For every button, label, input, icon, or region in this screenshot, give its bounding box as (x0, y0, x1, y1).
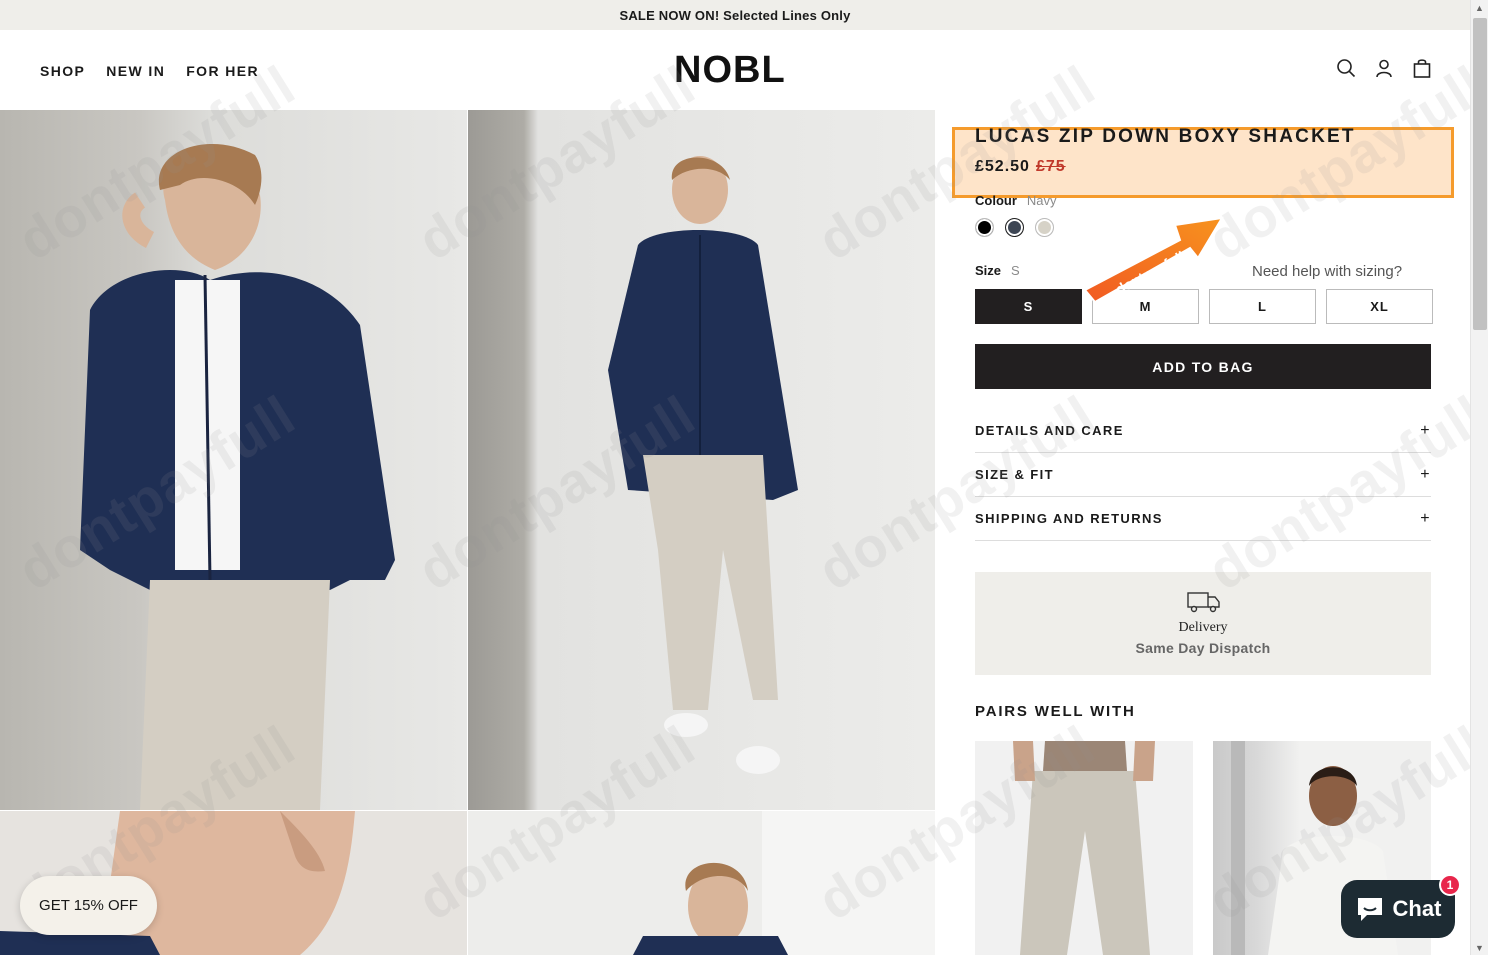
delivery-info: Delivery Same Day Dispatch (975, 572, 1431, 675)
nav-new-in[interactable]: NEW IN (106, 63, 165, 79)
swatch-stone[interactable] (1035, 218, 1054, 237)
chat-bubble-icon (1357, 898, 1382, 921)
size-label: Size (975, 263, 1002, 278)
colour-label: Colour (975, 193, 1017, 208)
product-title: LUCAS ZIP DOWN BOXY SHACKET (975, 126, 1356, 147)
site-header: SHOP NEW IN FOR HER NOBL (0, 30, 1470, 110)
colour-value: Navy (1026, 193, 1057, 208)
size-option-s[interactable]: S (975, 289, 1082, 324)
product-photo-1[interactable] (0, 110, 467, 810)
plus-icon: + (1420, 509, 1431, 527)
account-icon[interactable] (1374, 58, 1394, 80)
swatch-navy[interactable] (1005, 218, 1024, 237)
nav-shop[interactable]: SHOP (40, 63, 85, 79)
header-icons (1336, 58, 1432, 80)
original-price: £75 (1035, 158, 1066, 175)
size-help-link[interactable]: Need help with sizing? (1252, 263, 1402, 280)
accordion-size-fit[interactable]: SIZE & FIT + (975, 453, 1431, 497)
announcement-text: SALE NOW ON! Selected Lines Only (619, 7, 851, 23)
product-photo-2[interactable] (468, 110, 935, 810)
size-options: S M L XL (975, 289, 1433, 324)
plus-icon: + (1420, 421, 1431, 439)
discount-popup-button[interactable]: GET 15% OFF (20, 876, 157, 935)
product-photo-4[interactable] (468, 811, 935, 955)
swatch-black[interactable] (975, 218, 994, 237)
colour-swatches (975, 218, 1054, 237)
product-price: £52.50 £75 (975, 158, 1066, 176)
delivery-subtitle: Same Day Dispatch (1135, 640, 1271, 656)
size-option-l[interactable]: L (1209, 289, 1316, 324)
scroll-up-icon[interactable]: ▲ (1475, 3, 1484, 13)
delivery-title: Delivery (1178, 620, 1228, 635)
size-option-xl[interactable]: XL (1326, 289, 1433, 324)
truck-icon (1187, 592, 1220, 613)
plus-icon: + (1420, 465, 1431, 483)
product-gallery (0, 110, 935, 955)
scrollbar-thumb[interactable] (1473, 18, 1487, 330)
size-option-m[interactable]: M (1092, 289, 1199, 324)
size-label-row: Size S (975, 263, 1020, 278)
chat-notification-badge: 1 (1439, 874, 1461, 896)
brand-logo[interactable]: NOBL (674, 50, 786, 90)
accordion-label: SIZE & FIT (975, 467, 1054, 482)
chat-button[interactable]: Chat (1341, 880, 1455, 938)
accordion-shipping-returns[interactable]: SHIPPING AND RETURNS + (975, 497, 1431, 541)
nav-for-her[interactable]: FOR HER (186, 63, 259, 79)
sale-price: £52.50 (975, 158, 1030, 175)
page-scrollbar[interactable]: ▲ ▼ (1470, 0, 1488, 955)
colour-label-row: Colour Navy (975, 193, 1057, 208)
accordion-details-and-care[interactable]: DETAILS AND CARE + (975, 409, 1431, 453)
bag-icon[interactable] (1412, 58, 1432, 80)
chat-label: Chat (1392, 896, 1442, 921)
add-to-bag-button[interactable]: ADD TO BAG (975, 344, 1431, 389)
accordion-label: SHIPPING AND RETURNS (975, 511, 1163, 526)
scroll-down-icon[interactable]: ▼ (1475, 943, 1484, 953)
search-icon[interactable] (1336, 58, 1356, 80)
main-nav: SHOP NEW IN FOR HER (40, 63, 259, 79)
size-value: S (1011, 263, 1020, 278)
announcement-bar: SALE NOW ON! Selected Lines Only (0, 0, 1470, 30)
recommended-product-1[interactable] (975, 741, 1193, 955)
pairs-well-heading: PAIRS WELL WITH (975, 703, 1136, 720)
accordion-label: DETAILS AND CARE (975, 423, 1124, 438)
